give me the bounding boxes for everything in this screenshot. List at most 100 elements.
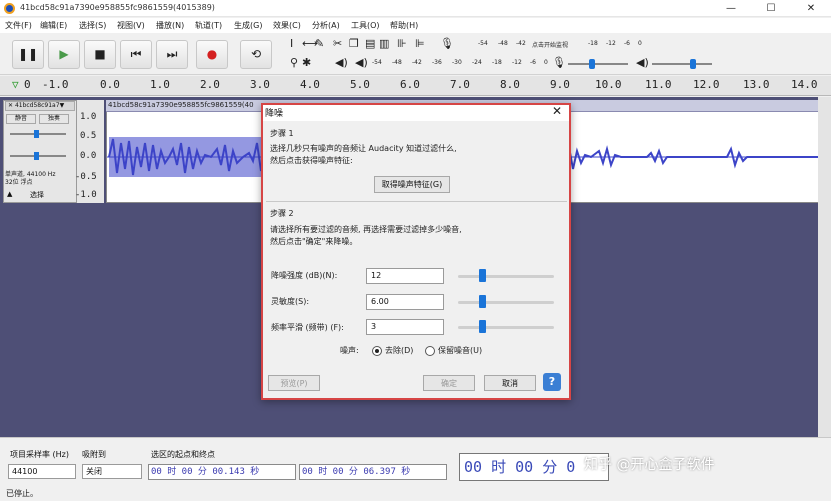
undo-icon[interactable]: ⊫ <box>415 37 425 50</box>
record-button[interactable]: ● <box>196 40 228 69</box>
playback-volume-thumb[interactable] <box>690 59 696 69</box>
close-button[interactable]: ✕ <box>791 0 831 17</box>
residue-radio[interactable] <box>425 346 435 356</box>
snap-to-select[interactable]: 关闭 <box>82 464 142 479</box>
track-close-icon[interactable]: ✕ <box>8 102 15 109</box>
play-meter-tick: -18 <box>492 59 502 66</box>
collapse-track-icon[interactable]: ▲ <box>7 190 12 198</box>
menu-effect[interactable]: 效果(C) <box>273 20 301 31</box>
pause-button[interactable]: ❚❚ <box>12 40 44 69</box>
record-meter-tick: -18 <box>588 40 598 47</box>
frequency-smoothing-slider-thumb[interactable] <box>479 320 486 333</box>
skip-to-start-button[interactable]: ⏮ <box>120 40 152 69</box>
audacity-app-icon <box>4 3 15 14</box>
solo-button[interactable]: 独奏 <box>39 114 69 124</box>
mute-button[interactable]: 静音 <box>6 114 36 124</box>
silence-icon[interactable]: ⊪ <box>397 37 407 50</box>
frequency-smoothing-slider[interactable] <box>458 326 554 329</box>
cut-icon[interactable]: ✂ <box>333 37 342 50</box>
sensitivity-slider-thumb[interactable] <box>479 295 486 308</box>
selection-tool-icon[interactable]: I <box>290 37 293 50</box>
dialog-title: 降噪 <box>265 109 284 119</box>
record-meter-tick: -48 <box>498 40 508 47</box>
record-meter-tick: -42 <box>516 40 526 47</box>
stop-button[interactable]: ■ <box>84 40 116 69</box>
play-meter-speaker-icon[interactable]: ◀) <box>355 56 368 69</box>
ruler-tick: 6.0 <box>400 78 420 91</box>
track-info-format: 32位 浮点 <box>5 179 33 186</box>
menu-tools[interactable]: 工具(O) <box>351 20 380 31</box>
copy-icon[interactable]: ❐ <box>349 37 359 50</box>
play-meter-tick: -48 <box>392 59 402 66</box>
play-meter-tick: 0 <box>544 59 548 66</box>
frequency-smoothing-input[interactable]: 3 <box>366 319 444 335</box>
noise-reduction-input[interactable]: 12 <box>366 268 444 284</box>
select-track-button[interactable]: 选择 <box>30 190 44 200</box>
loop-button[interactable]: ⟲ <box>240 40 272 69</box>
ruler-tick: -1.0 <box>42 78 69 91</box>
noise-mode-label: 噪声: <box>340 346 359 355</box>
trim-icon[interactable]: ▥ <box>379 37 389 50</box>
mic-volume-slider[interactable] <box>568 63 628 65</box>
window-title: 41bcd58c91a7390e958855fc9861559(4015389) <box>20 3 215 12</box>
microphone-icon[interactable]: 🎙 <box>440 37 454 50</box>
clip-name: 41bcd58c91a7390e958855fc9861559(40 <box>108 101 254 109</box>
track-name-menu[interactable]: ✕ 41bcd58c91a7▼ <box>5 101 75 111</box>
playback-volume-slider[interactable] <box>652 63 712 65</box>
play-meter-tick: -6 <box>530 59 536 66</box>
speaker-level-icon[interactable]: ◀) <box>636 56 649 69</box>
menu-generate[interactable]: 生成(G) <box>234 20 262 31</box>
sensitivity-slider[interactable] <box>458 301 554 304</box>
record-meter-tick: 0 <box>638 40 642 47</box>
noise-reduction-slider[interactable] <box>458 275 554 278</box>
noise-reduction-slider-thumb[interactable] <box>479 269 486 282</box>
divider <box>266 201 567 202</box>
menu-help[interactable]: 帮助(H) <box>390 20 418 31</box>
cancel-button[interactable]: 取消 <box>484 375 536 391</box>
residue-radio-label[interactable]: 保留噪音(U) <box>438 345 482 357</box>
draw-tool-icon[interactable]: ✎ <box>315 37 324 50</box>
sensitivity-input[interactable]: 6.00 <box>366 294 444 310</box>
menu-analyze[interactable]: 分析(A) <box>312 20 340 31</box>
remove-radio-label[interactable]: 去除(D) <box>385 345 413 357</box>
menu-transport[interactable]: 播放(N) <box>156 20 184 31</box>
help-icon[interactable]: ? <box>543 373 561 391</box>
dialog-close-icon[interactable]: ✕ <box>552 104 562 118</box>
ok-button[interactable]: 确定 <box>423 375 475 391</box>
menu-select[interactable]: 选择(S) <box>79 20 106 31</box>
watermark: 知乎 @开心盒子软件 <box>584 457 715 473</box>
vertical-scrollbar[interactable] <box>818 97 831 437</box>
pan-slider-thumb[interactable] <box>34 152 39 160</box>
preview-button[interactable]: 预览(P) <box>268 375 320 391</box>
menu-edit[interactable]: 编辑(E) <box>40 20 67 31</box>
gain-slider-thumb[interactable] <box>34 130 39 138</box>
paste-icon[interactable]: ▤ <box>365 37 375 50</box>
menu-file[interactable]: 文件(F) <box>5 20 32 31</box>
multi-tool-icon[interactable]: ✱ <box>302 56 311 69</box>
menu-view[interactable]: 视图(V) <box>117 20 145 31</box>
ruler-tick: 4.0 <box>300 78 320 91</box>
project-rate-select[interactable]: 44100 <box>8 464 76 479</box>
skip-to-end-button[interactable]: ⏭ <box>156 40 188 69</box>
menu-tracks[interactable]: 轨道(T) <box>195 20 222 31</box>
speaker-volume-icon[interactable]: ◀) <box>335 56 348 69</box>
vscale-tick: -1.0 <box>75 190 97 200</box>
maximize-button[interactable]: ☐ <box>751 0 791 17</box>
ruler-tick: 10.0 <box>595 78 622 91</box>
record-meter-tick: -54 <box>478 40 488 47</box>
vscale-tick: -0.5 <box>75 172 97 182</box>
play-meter-tick: -24 <box>472 59 482 66</box>
play-button[interactable]: ▶ <box>48 40 80 69</box>
mic-level-icon[interactable]: 🎙 <box>552 56 566 69</box>
vscale-tick: 0.5 <box>80 131 97 141</box>
step1-text: 选择几秒只有噪声的音频让 Audacity 知道过滤什么, <box>270 144 457 153</box>
zoom-icon[interactable]: ⚲ <box>290 56 298 69</box>
noise-reduction-label: 降噪强度 (dB)(N): <box>271 271 338 280</box>
selection-end-time[interactable]: 00 时 00 分 06.397 秒 <box>299 464 447 480</box>
minimize-button[interactable]: — <box>711 0 751 17</box>
get-noise-profile-button[interactable]: 取得噪声特征(G) <box>374 176 450 193</box>
mic-volume-thumb[interactable] <box>589 59 595 69</box>
ruler-tick: 14.0 <box>791 78 818 91</box>
record-meter-hint[interactable]: 点击开始监视 <box>532 40 568 49</box>
selection-start-time[interactable]: 00 时 00 分 00.143 秒 <box>148 464 296 480</box>
